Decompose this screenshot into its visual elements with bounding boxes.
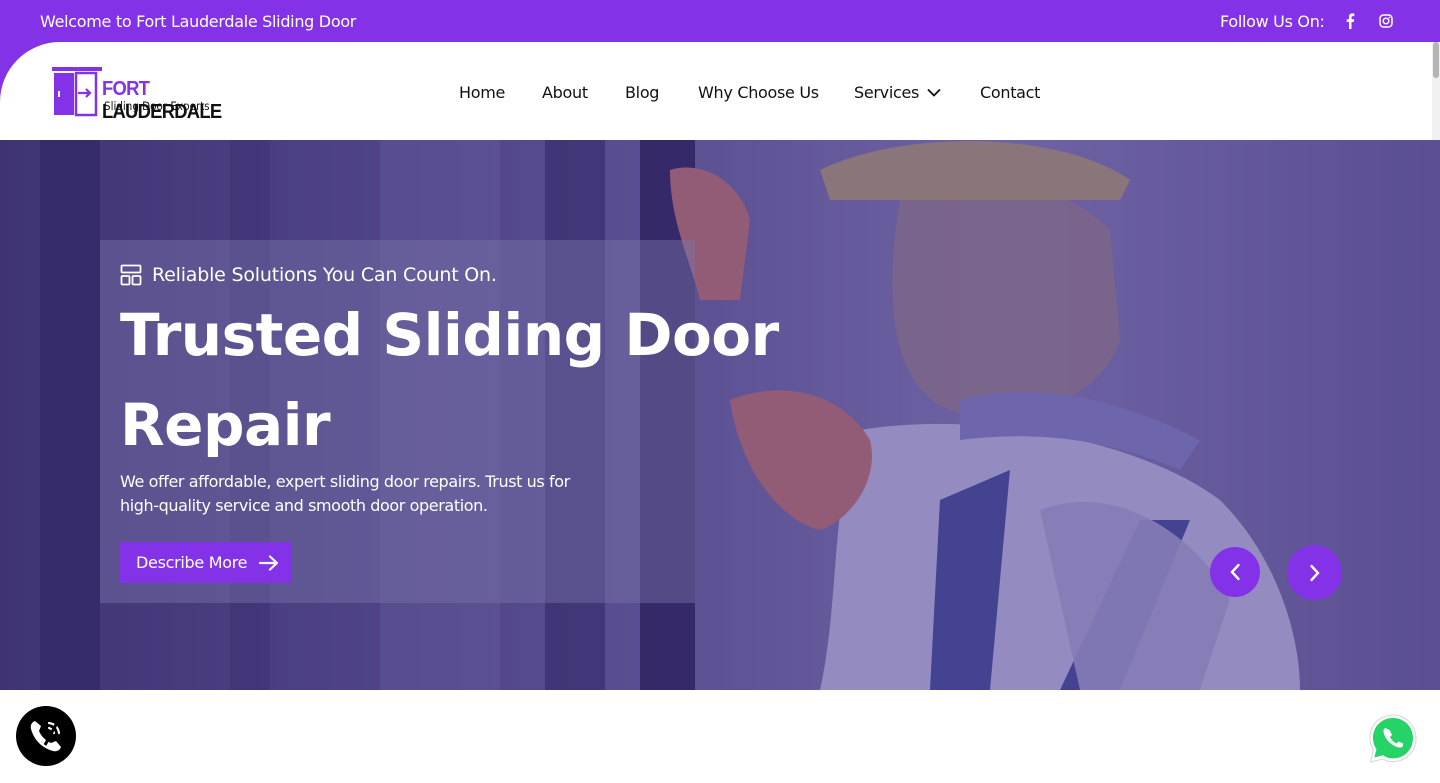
site-logo[interactable]: FORT LAUDERDALE Sliding Door Experts — [52, 67, 242, 123]
hero-headline: Trusted Sliding Door Repair — [120, 301, 779, 459]
chevron-down-icon — [927, 88, 941, 97]
nav-about[interactable]: About — [542, 83, 588, 102]
layout-icon — [120, 264, 142, 286]
hero-tagline-text: Reliable Solutions You Can Count On. — [152, 264, 497, 286]
nav-home[interactable]: Home — [459, 83, 505, 102]
chevron-right-icon — [1309, 564, 1320, 581]
top-bar: Welcome to Fort Lauderdale Sliding Door … — [0, 0, 1440, 42]
site-header: FORT LAUDERDALE Sliding Door Experts Hom… — [0, 42, 1440, 140]
nav-services-label: Services — [854, 83, 920, 102]
facebook-icon[interactable] — [1342, 13, 1358, 29]
call-button[interactable] — [16, 706, 76, 766]
hero-slider: Reliable Solutions You Can Count On. Tru… — [0, 140, 1440, 690]
logo-brand-accent: FORT — [102, 78, 150, 100]
nav-why-choose-us[interactable]: Why Choose Us — [698, 83, 819, 102]
logo-subtitle: Sliding Door Experts — [104, 99, 210, 113]
describe-more-button[interactable]: Describe More — [120, 542, 291, 583]
whatsapp-button[interactable] — [1366, 712, 1420, 766]
instagram-icon[interactable] — [1378, 13, 1394, 29]
slider-prev-button[interactable] — [1210, 547, 1260, 597]
describe-more-label: Describe More — [136, 553, 248, 572]
hero-description: We offer affordable, expert sliding door… — [120, 472, 570, 515]
scrollbar-thumb[interactable] — [1433, 42, 1439, 78]
door-logo-icon — [52, 67, 102, 117]
hero-tagline: Reliable Solutions You Can Count On. — [120, 264, 497, 286]
nav-contact[interactable]: Contact — [980, 83, 1040, 102]
slider-next-button[interactable] — [1287, 545, 1342, 600]
welcome-text: Welcome to Fort Lauderdale Sliding Door — [40, 12, 357, 31]
arrow-right-icon — [259, 554, 279, 571]
nav-services[interactable]: Services — [854, 83, 941, 102]
chevron-left-icon — [1230, 563, 1240, 581]
phone-icon — [30, 720, 61, 752]
nav-blog[interactable]: Blog — [625, 83, 659, 102]
whatsapp-icon — [1369, 714, 1417, 763]
follow-us-label: Follow Us On: — [1220, 12, 1325, 31]
scrollbar[interactable] — [1432, 42, 1440, 140]
